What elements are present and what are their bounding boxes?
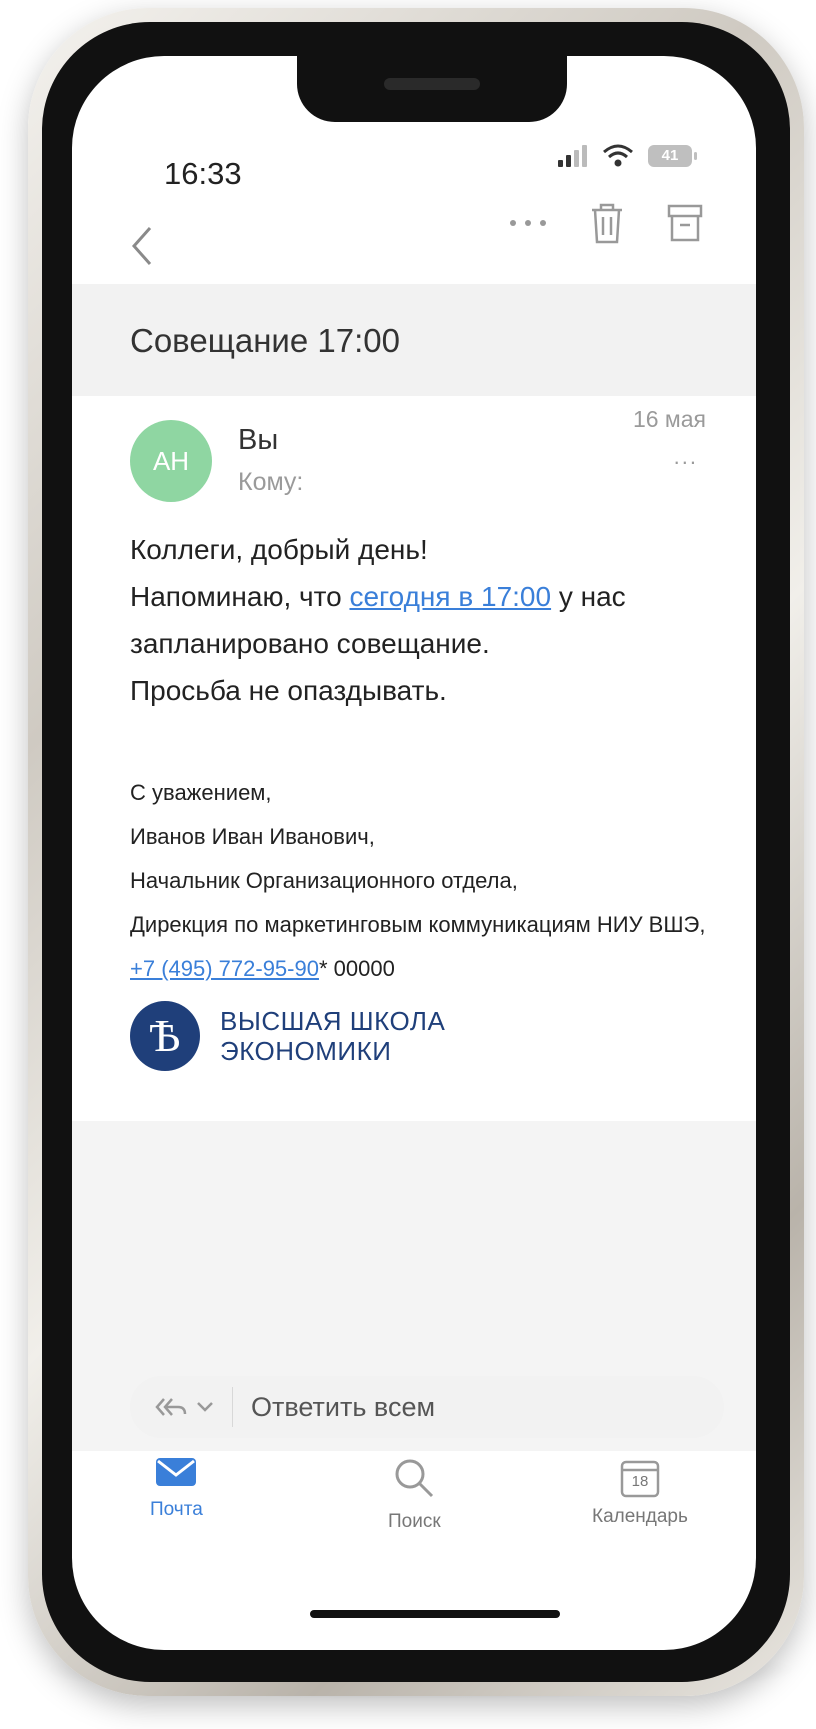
recipients-label[interactable]: Кому: xyxy=(238,468,303,497)
hse-logo-text: ВЫСШАЯ ШКОЛА ЭКОНОМИКИ xyxy=(220,1006,445,1066)
tab-calendar[interactable]: 18 Календарь xyxy=(592,1456,688,1528)
reply-all-button[interactable]: Ответить всем xyxy=(251,1392,435,1423)
body-line-3: запланировано совещание. xyxy=(130,628,490,659)
datetime-link[interactable]: сегодня в 17:00 xyxy=(349,581,551,612)
mail-icon xyxy=(156,1458,197,1486)
signature: С уважением, Иванов Иван Иванович, Начал… xyxy=(130,771,726,991)
reply-all-icon xyxy=(155,1398,187,1416)
status-icons: 41 xyxy=(558,144,697,168)
tab-mail[interactable]: Почта xyxy=(150,1456,203,1521)
signature-position: Начальник Организационного отдела, xyxy=(130,868,518,893)
calendar-icon-date: 18 xyxy=(631,1473,649,1490)
body-line-2-start: Напоминаю, что xyxy=(130,581,350,612)
body-line-1: Коллеги, добрый день! xyxy=(130,534,428,565)
logo-line-2: ЭКОНОМИКИ xyxy=(220,1036,392,1066)
avatar[interactable]: AH xyxy=(130,420,212,502)
toolbar xyxy=(508,202,704,244)
back-button[interactable] xyxy=(130,224,154,279)
reply-mode-selector[interactable] xyxy=(130,1396,214,1418)
sender-name: Вы xyxy=(238,424,279,456)
status-time: 16:33 xyxy=(164,156,242,191)
hse-logo: Ѣ ВЫСШАЯ ШКОЛА ЭКОНОМИКИ xyxy=(130,1001,445,1071)
notch-speaker xyxy=(384,78,480,90)
message-date: 16 мая xyxy=(632,406,706,432)
body-line-2: Напоминаю, что сегодня в 17:00 у нас xyxy=(130,573,716,620)
reply-bar[interactable]: Ответить всем xyxy=(130,1376,724,1438)
phone-extension: * 00000 xyxy=(318,956,395,981)
phone-bezel: 16:33 41 Совещание 17:00 AH Вы Кому: 16 … xyxy=(42,22,790,1682)
calendar-icon: 18 xyxy=(618,1456,662,1500)
phone-screen: 16:33 41 Совещание 17:00 AH Вы Кому: 16 … xyxy=(72,56,756,1650)
wifi-icon xyxy=(603,144,633,167)
message-more-button[interactable]: ... xyxy=(674,444,698,470)
notch xyxy=(297,56,567,122)
subject-bar: Совещание 17:00 xyxy=(72,284,756,396)
battery-icon: 41 xyxy=(648,145,697,167)
message-subject: Совещание 17:00 xyxy=(130,322,400,359)
body-line-2-end: у нас xyxy=(551,581,626,612)
logo-line-1: ВЫСШАЯ ШКОЛА xyxy=(220,1006,446,1036)
body-line-4: Просьба не опаздывать. xyxy=(130,675,447,706)
phone-link[interactable]: +7 (495) 772-95-90 xyxy=(130,956,319,981)
signature-department: Дирекция по маркетинговым коммуникациям … xyxy=(130,912,706,937)
hse-logo-mark: Ѣ xyxy=(130,1001,200,1071)
reply-divider xyxy=(232,1387,233,1427)
tab-search-label: Поиск xyxy=(388,1511,441,1532)
chevron-down-icon xyxy=(197,1402,213,1412)
signature-name: Иванов Иван Иванович, xyxy=(130,824,375,849)
archive-icon[interactable] xyxy=(666,203,704,243)
tab-calendar-label: Календарь xyxy=(592,1506,688,1527)
phone-frame: 16:33 41 Совещание 17:00 AH Вы Кому: 16 … xyxy=(28,8,804,1696)
signature-greeting: С уважением, xyxy=(130,780,272,805)
home-indicator xyxy=(310,1610,560,1618)
chevron-left-icon xyxy=(131,227,152,265)
more-options-icon[interactable] xyxy=(508,218,548,228)
signal-icon xyxy=(558,145,587,167)
tab-mail-label: Почта xyxy=(150,1499,203,1520)
trash-icon[interactable] xyxy=(588,202,626,244)
search-icon xyxy=(395,1459,434,1498)
tab-search[interactable]: Поиск xyxy=(388,1456,441,1533)
message-body: Коллеги, добрый день! Напоминаю, что сег… xyxy=(130,526,716,714)
signature-phone-line: +7 (495) 772-95-90* 00000 xyxy=(130,947,726,991)
